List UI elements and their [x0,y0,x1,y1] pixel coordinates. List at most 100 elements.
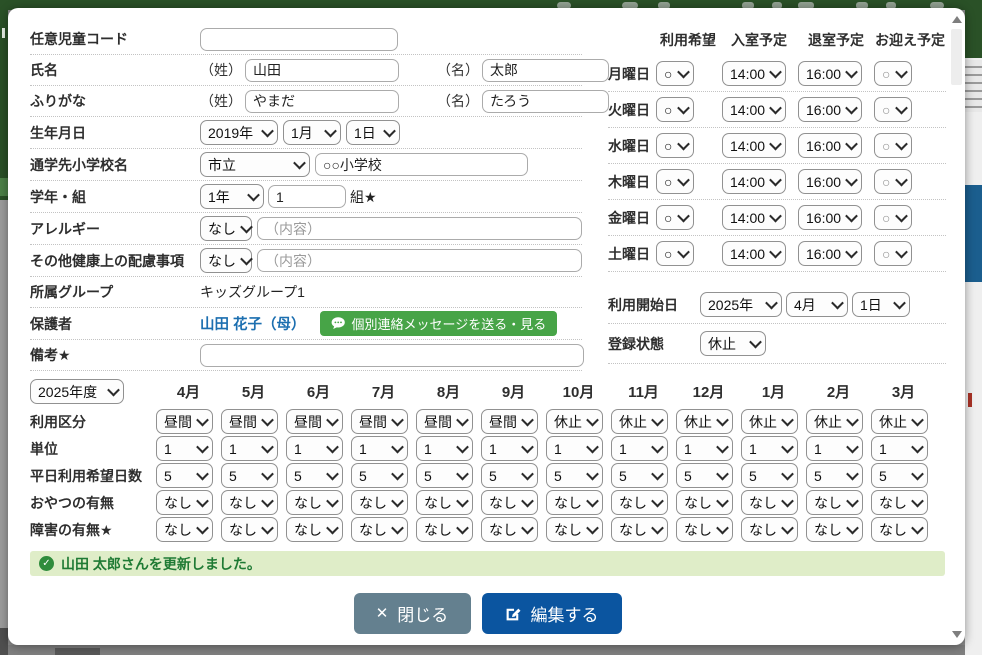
day-0-leave-select[interactable]: 16:00 [798,61,862,86]
monthly-3-2-select[interactable]: なし [286,490,343,515]
allergy-detail-input[interactable] [257,217,582,240]
monthly-0-7-select[interactable]: 休止 [611,409,668,434]
monthly-3-5-select[interactable]: なし [481,490,538,515]
monthly-2-9-select[interactable]: 5 [741,463,798,488]
allergy-select[interactable]: なし [200,216,252,241]
monthly-0-9-select[interactable]: 休止 [741,409,798,434]
monthly-3-3-select[interactable]: なし [351,490,408,515]
day-5-pickup-select[interactable]: ○ [874,241,912,266]
monthly-2-1-select[interactable]: 5 [221,463,278,488]
monthly-4-10-select[interactable]: なし [806,517,863,542]
monthly-1-2-select[interactable]: 1 [286,436,343,461]
monthly-3-8-select[interactable]: なし [676,490,733,515]
monthly-1-4-select[interactable]: 1 [416,436,473,461]
monthly-2-0-select[interactable]: 5 [156,463,213,488]
grade-year-select[interactable]: 1年 [200,184,264,209]
school-type-select[interactable]: 市立 [200,152,310,177]
birth-day-select[interactable]: 1日 [346,120,400,145]
monthly-2-7-select[interactable]: 5 [611,463,668,488]
last-name-input[interactable] [245,59,399,82]
monthly-1-8-select[interactable]: 1 [676,436,733,461]
monthly-1-6-select[interactable]: 1 [546,436,603,461]
last-name-kana-input[interactable] [245,90,399,113]
day-4-wish-select[interactable]: ○ [656,205,694,230]
day-5-enter-select[interactable]: 14:00 [722,241,786,266]
day-3-wish-select[interactable]: ○ [656,169,694,194]
monthly-0-8-select[interactable]: 休止 [676,409,733,434]
monthly-4-6-select[interactable]: なし [546,517,603,542]
monthly-2-11-select[interactable]: 5 [871,463,928,488]
day-4-pickup-select[interactable]: ○ [874,205,912,230]
school-name-input[interactable] [315,153,528,176]
monthly-1-7-select[interactable]: 1 [611,436,668,461]
monthly-4-4-select[interactable]: なし [416,517,473,542]
monthly-2-3-select[interactable]: 5 [351,463,408,488]
monthly-1-5-select[interactable]: 1 [481,436,538,461]
monthly-0-0-select[interactable]: 昼間（ [156,409,213,434]
monthly-2-8-select[interactable]: 5 [676,463,733,488]
note-input[interactable] [200,344,584,367]
dialog-scrollbar[interactable] [949,11,964,642]
monthly-2-5-select[interactable]: 5 [481,463,538,488]
monthly-3-7-select[interactable]: なし [611,490,668,515]
monthly-0-10-select[interactable]: 休止 [806,409,863,434]
day-1-leave-select[interactable]: 16:00 [798,97,862,122]
monthly-0-11-select[interactable]: 休止 [871,409,928,434]
monthly-2-4-select[interactable]: 5 [416,463,473,488]
monthly-0-5-select[interactable]: 昼間（ [481,409,538,434]
monthly-4-1-select[interactable]: なし [221,517,278,542]
monthly-0-4-select[interactable]: 昼間（ [416,409,473,434]
day-4-leave-select[interactable]: 16:00 [798,205,862,230]
day-0-pickup-select[interactable]: ○ [874,61,912,86]
start-year-select[interactable]: 2025年 [700,292,782,317]
monthly-1-1-select[interactable]: 1 [221,436,278,461]
monthly-1-10-select[interactable]: 1 [806,436,863,461]
monthly-0-3-select[interactable]: 昼間（ [351,409,408,434]
monthly-4-0-select[interactable]: なし [156,517,213,542]
monthly-1-11-select[interactable]: 1 [871,436,928,461]
scroll-down-button[interactable] [949,626,964,642]
monthly-2-2-select[interactable]: 5 [286,463,343,488]
start-month-select[interactable]: 4月 [786,292,848,317]
day-5-wish-select[interactable]: ○ [656,241,694,266]
guardian-link[interactable]: 山田 花子（母） [200,313,306,334]
monthly-2-6-select[interactable]: 5 [546,463,603,488]
fiscal-year-select[interactable]: 2025年度 [30,379,124,404]
day-2-wish-select[interactable]: ○ [656,133,694,158]
day-2-leave-select[interactable]: 16:00 [798,133,862,158]
monthly-3-9-select[interactable]: なし [741,490,798,515]
monthly-0-6-select[interactable]: 休止 [546,409,603,434]
day-2-pickup-select[interactable]: ○ [874,133,912,158]
child-code-input[interactable] [200,28,398,51]
day-4-enter-select[interactable]: 14:00 [722,205,786,230]
scroll-up-button[interactable] [949,11,964,27]
monthly-4-9-select[interactable]: なし [741,517,798,542]
monthly-2-10-select[interactable]: 5 [806,463,863,488]
day-3-enter-select[interactable]: 14:00 [722,169,786,194]
monthly-4-3-select[interactable]: なし [351,517,408,542]
monthly-1-0-select[interactable]: 1 [156,436,213,461]
day-1-wish-select[interactable]: ○ [656,97,694,122]
monthly-4-11-select[interactable]: なし [871,517,928,542]
close-button[interactable]: ✕ 閉じる [354,593,471,634]
monthly-3-10-select[interactable]: なし [806,490,863,515]
start-day-select[interactable]: 1日 [852,292,910,317]
day-3-leave-select[interactable]: 16:00 [798,169,862,194]
monthly-4-2-select[interactable]: なし [286,517,343,542]
edit-button[interactable]: 編集する [482,593,622,634]
day-1-pickup-select[interactable]: ○ [874,97,912,122]
first-name-input[interactable] [482,59,609,82]
class-input[interactable] [268,185,346,208]
monthly-4-5-select[interactable]: なし [481,517,538,542]
day-2-enter-select[interactable]: 14:00 [722,133,786,158]
registration-status-select[interactable]: 休止 [700,331,766,356]
day-5-leave-select[interactable]: 16:00 [798,241,862,266]
scrollbar-thumb[interactable] [951,29,962,85]
day-1-enter-select[interactable]: 14:00 [722,97,786,122]
send-message-button[interactable]: 個別連絡メッセージを送る・見る [320,311,558,336]
monthly-3-6-select[interactable]: なし [546,490,603,515]
monthly-3-1-select[interactable]: なし [221,490,278,515]
first-name-kana-input[interactable] [482,90,609,113]
monthly-4-8-select[interactable]: なし [676,517,733,542]
day-3-pickup-select[interactable]: ○ [874,169,912,194]
